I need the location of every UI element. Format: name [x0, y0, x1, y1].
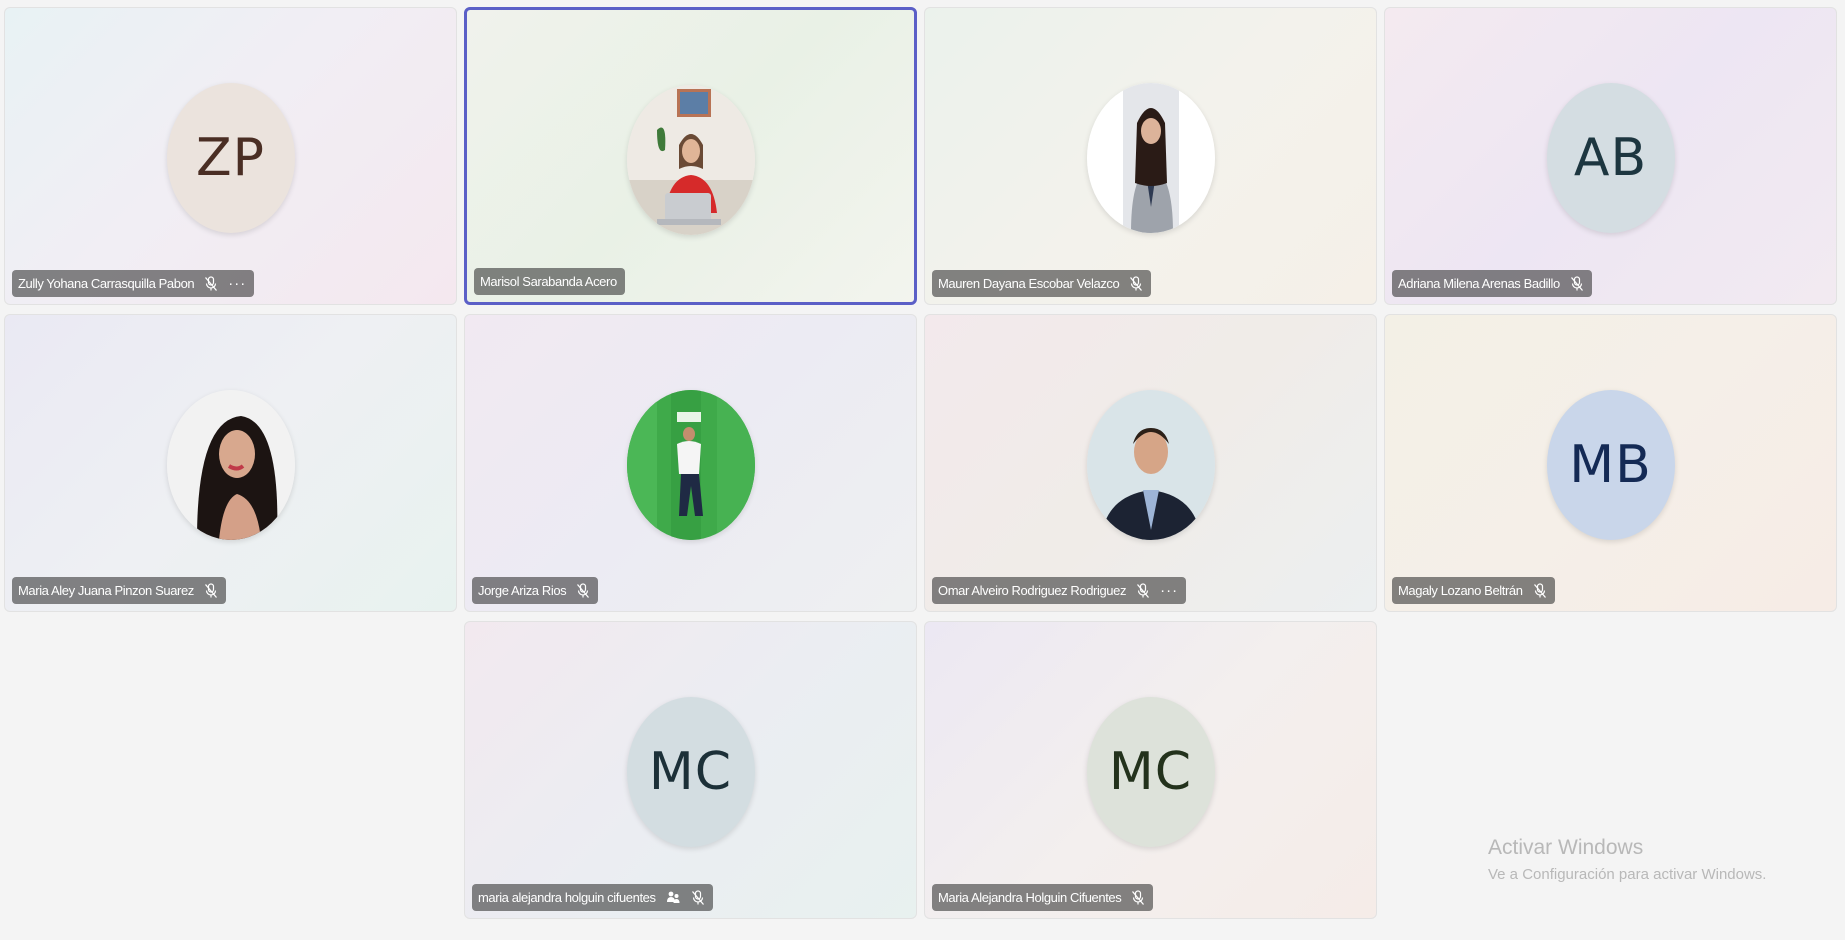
participant-photo [1086, 390, 1215, 540]
participant-name: Marisol Sarabanda Acero [480, 274, 617, 289]
avatar-initials: MB [1569, 435, 1652, 495]
windows-activation-watermark: Activar Windows Ve a Configuración para … [1488, 836, 1766, 883]
participant-name: Omar Alveiro Rodriguez Rodriguez [938, 583, 1127, 598]
participant-tile[interactable]: MB Magaly Lozano Beltrán [1384, 314, 1837, 612]
participant-tile[interactable]: Maria Aley Juana Pinzon Suarez [4, 314, 457, 612]
meeting-gallery: ZP Zully Yohana Carrasquilla Pabon ··· M… [0, 0, 1845, 940]
avatar-initials: ZP [196, 128, 265, 188]
participant-photo [626, 85, 755, 235]
avatar-initials: MC [648, 742, 733, 802]
mic-muted-icon [691, 889, 705, 906]
participant-tile[interactable]: Jorge Ariza Rios [464, 314, 917, 612]
participant-avatar: MC [1086, 697, 1215, 847]
participant-name: Adriana Milena Arenas Badillo [1398, 276, 1560, 291]
participant-name: Maria Alejandra Holguin Cifuentes [938, 890, 1122, 905]
participant-name: maria alejandra holguin cifuentes [478, 890, 656, 905]
participant-avatar: ZP [166, 83, 295, 233]
participant-name-badge: Zully Yohana Carrasquilla Pabon ··· [12, 270, 255, 297]
participant-name-badge: Marisol Sarabanda Acero [474, 268, 625, 295]
mic-muted-icon [204, 275, 218, 292]
participant-tile[interactable]: MC Maria Alejandra Holguin Cifuentes [924, 621, 1377, 919]
participant-avatar: AB [1546, 83, 1675, 233]
participant-tile[interactable]: Marisol Sarabanda Acero [464, 7, 917, 305]
participant-name-badge: Maria Aley Juana Pinzon Suarez [12, 577, 226, 604]
participant-name-badge: Jorge Ariza Rios [472, 577, 599, 604]
participant-tile[interactable]: ZP Zully Yohana Carrasquilla Pabon ··· [4, 7, 457, 305]
participants-icon [666, 890, 681, 905]
participant-name: Maria Aley Juana Pinzon Suarez [18, 583, 194, 598]
participant-name-badge: Adriana Milena Arenas Badillo [1392, 270, 1592, 297]
participant-tile[interactable]: Mauren Dayana Escobar Velazco [924, 7, 1377, 305]
mic-muted-icon [1570, 275, 1584, 292]
mic-muted-icon [1533, 582, 1547, 599]
more-options-icon[interactable]: ··· [228, 276, 246, 291]
participant-tile[interactable]: AB Adriana Milena Arenas Badillo [1384, 7, 1837, 305]
participant-name-badge: Omar Alveiro Rodriguez Rodriguez ··· [932, 577, 1187, 604]
participant-name: Mauren Dayana Escobar Velazco [938, 276, 1120, 291]
participant-name: Jorge Ariza Rios [478, 583, 567, 598]
avatar-initials: MC [1108, 742, 1193, 802]
mic-muted-icon [1131, 889, 1145, 906]
participant-photo [626, 390, 755, 540]
mic-muted-icon [204, 582, 218, 599]
avatar-initials: AB [1573, 128, 1648, 188]
mic-muted-icon [576, 582, 590, 599]
participant-name: Magaly Lozano Beltrán [1398, 583, 1523, 598]
participant-name-badge: Magaly Lozano Beltrán [1392, 577, 1555, 604]
mic-muted-icon [1136, 582, 1150, 599]
more-options-icon[interactable]: ··· [1160, 583, 1178, 598]
watermark-subtitle: Ve a Configuración para activar Windows. [1488, 866, 1767, 883]
participant-avatar: MB [1546, 390, 1675, 540]
mic-muted-icon [1129, 275, 1143, 292]
participant-photo [1086, 83, 1215, 233]
participant-tile[interactable]: MC maria alejandra holguin cifuentes [464, 621, 917, 919]
participant-name: Zully Yohana Carrasquilla Pabon [18, 276, 195, 291]
participant-avatar: MC [626, 697, 755, 847]
participant-name-badge: Mauren Dayana Escobar Velazco [932, 270, 1152, 297]
participant-photo [166, 390, 295, 540]
participant-name-badge: maria alejandra holguin cifuentes [472, 884, 713, 911]
participant-tile[interactable]: Omar Alveiro Rodriguez Rodriguez ··· [924, 314, 1377, 612]
watermark-title: Activar Windows [1488, 836, 1644, 859]
participant-name-badge: Maria Alejandra Holguin Cifuentes [932, 884, 1154, 911]
